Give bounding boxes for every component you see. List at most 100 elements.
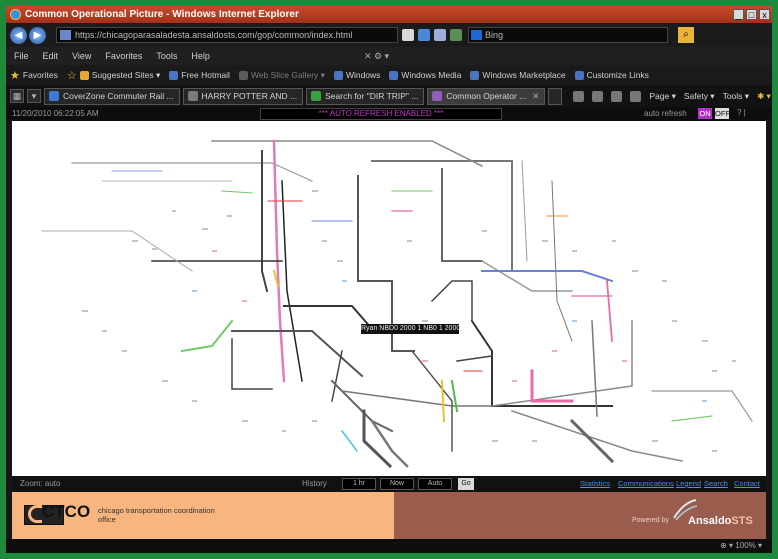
search-placeholder: Bing xyxy=(485,30,504,40)
page-strip-misc: ? | xyxy=(737,108,746,117)
link-statistics[interactable]: Statistics xyxy=(580,479,610,488)
favorite-link[interactable]: Windows Media xyxy=(389,70,461,80)
menu-help[interactable]: Help xyxy=(191,51,210,61)
home-icon[interactable] xyxy=(573,90,585,102)
history-go-button[interactable]: Go xyxy=(458,478,474,490)
auto-refresh-label: auto refresh xyxy=(644,109,687,118)
browser-tab[interactable]: CoverZone Commuter Rail ... xyxy=(44,87,180,105)
mail-icon[interactable] xyxy=(611,90,623,102)
close-window-button[interactable]: x xyxy=(759,9,770,20)
favorite-link[interactable]: Customize Links xyxy=(574,70,649,80)
minimize-button[interactable]: _ xyxy=(733,9,744,20)
link-search[interactable]: Search xyxy=(704,479,728,488)
rail-line xyxy=(331,350,343,402)
operational-map[interactable]: Ryan NBD0 2000 1 NB0 1 2000 xyxy=(12,121,766,476)
history-range-field[interactable]: 1 hr xyxy=(342,478,376,490)
forward-button[interactable]: ▶ xyxy=(29,26,46,44)
safety-menu[interactable]: Safety ▾ xyxy=(684,91,715,102)
favorite-link[interactable]: Windows xyxy=(333,70,380,80)
ie-link-icon xyxy=(389,70,399,80)
rail-line xyxy=(281,180,303,382)
rail-line xyxy=(370,419,409,468)
link-legend[interactable]: Legend xyxy=(676,479,701,488)
rail-line xyxy=(551,180,573,342)
history-start-field[interactable]: Now xyxy=(380,478,414,490)
web-slice-icon xyxy=(238,70,248,80)
favorite-link[interactable]: Windows Marketplace xyxy=(470,70,566,80)
powered-by-label: Powered by xyxy=(632,517,669,524)
new-tab-button[interactable] xyxy=(548,87,563,105)
rail-line xyxy=(521,160,528,262)
url-text: https://chicagoparasaladesta.ansaldosts.… xyxy=(75,30,353,40)
history-end-field[interactable]: Auto xyxy=(418,478,452,490)
menu-tools[interactable]: Tools xyxy=(156,51,177,61)
bing-icon xyxy=(471,30,482,40)
page-menu[interactable]: Page ▾ xyxy=(649,91,675,102)
browser-window: Common Operational Picture - Windows Int… xyxy=(4,4,774,555)
back-button[interactable]: ◀ xyxy=(10,26,27,44)
signal-tick xyxy=(407,230,667,322)
auto-refresh-off-button[interactable]: OFF xyxy=(715,108,730,119)
internet-explorer-icon xyxy=(10,9,21,20)
tab-favicon-icon xyxy=(49,91,59,101)
rail-line xyxy=(441,168,483,262)
menu-view[interactable]: View xyxy=(72,51,91,61)
menu-favorites[interactable]: Favorites xyxy=(105,51,142,61)
signal-tick xyxy=(132,190,343,262)
favorites-label: Favorites xyxy=(22,70,58,80)
link-communications[interactable]: Communications xyxy=(618,479,674,488)
browser-tab[interactable]: HARRY POTTER AND ... xyxy=(182,87,304,105)
rail-line xyxy=(591,320,598,417)
signal-tick xyxy=(192,400,717,452)
tab-bar: ▦ ▾ CoverZone Commuter Rail ... HARRY PO… xyxy=(6,85,772,107)
browser-tab-active[interactable]: Common Operator ... ✕ xyxy=(427,87,546,105)
suggested-sites-icon xyxy=(79,70,89,80)
convert-icon[interactable]: ✕ ⚙ ▾ xyxy=(364,51,389,62)
rail-line xyxy=(41,230,193,272)
tools-menu[interactable]: Tools ▾ xyxy=(723,91,749,102)
help-icon[interactable]: ✱ ▾ xyxy=(757,91,771,102)
favorites-button[interactable]: Favorites xyxy=(23,70,58,80)
ctco-tagline: chicago transportation coordination offi… xyxy=(98,506,215,524)
rail-network-svg xyxy=(41,139,753,469)
feeds-icon[interactable] xyxy=(592,90,604,102)
status-bar: ⊕ ▾ 100% ▾ xyxy=(6,539,772,553)
page-icon xyxy=(60,30,71,40)
menu-edit[interactable]: Edit xyxy=(43,51,59,61)
auto-refresh-banner: *** AUTO REFRESH ENABLED *** xyxy=(260,108,502,120)
close-tab-icon[interactable]: ✕ xyxy=(532,91,539,102)
link-contact[interactable]: Contact xyxy=(734,479,760,488)
favorites-star-icon[interactable]: ★ xyxy=(10,69,20,82)
ctco-wordmark: CTCO xyxy=(42,502,91,521)
tab-list-icon[interactable]: ▾ xyxy=(27,89,41,103)
compatibility-view-icon[interactable] xyxy=(402,29,414,41)
zoom-level[interactable]: ⊕ ▾ 100% ▾ xyxy=(720,541,762,550)
menu-file[interactable]: File xyxy=(14,51,29,61)
favorite-link[interactable]: Suggested Sites ▾ xyxy=(79,70,160,81)
print-icon[interactable] xyxy=(630,90,642,102)
stop-icon[interactable] xyxy=(450,29,462,41)
ansaldo-logo: AnsaldoSTS xyxy=(688,515,753,527)
auto-refresh-on-button[interactable]: ON xyxy=(698,108,712,119)
search-go-icon[interactable]: ⌕ xyxy=(678,27,694,43)
rail-line-yellow xyxy=(440,379,446,423)
quick-tabs-icon[interactable]: ▦ xyxy=(10,89,24,103)
signal-tick xyxy=(192,280,707,402)
rail-line-green xyxy=(671,415,713,422)
favorite-link[interactable]: Free Hotmail xyxy=(169,70,230,80)
rss-feed-icon[interactable] xyxy=(434,29,446,41)
signal-tick xyxy=(82,310,736,382)
maximize-button[interactable]: □ xyxy=(746,9,757,20)
browser-tab[interactable]: Search for "DIR TRIP" ... xyxy=(306,87,425,105)
search-input[interactable]: Bing xyxy=(468,27,668,43)
timestamp: 11/20/2010 06:22:05 AM xyxy=(12,109,99,118)
rail-line-green xyxy=(221,190,253,194)
add-favorite-icon[interactable]: ☆ xyxy=(67,69,77,82)
menu-bar: File Edit View Favorites Tools Help ✕ ⚙ … xyxy=(6,47,772,65)
rail-line-pink xyxy=(530,369,574,403)
refresh-icon[interactable] xyxy=(418,29,430,41)
url-field[interactable]: https://chicagoparasaladesta.ansaldosts.… xyxy=(56,27,398,43)
rail-line xyxy=(261,150,269,293)
rail-line xyxy=(341,390,493,407)
favorite-link[interactable]: Web Slice Gallery ▾ xyxy=(238,70,325,81)
